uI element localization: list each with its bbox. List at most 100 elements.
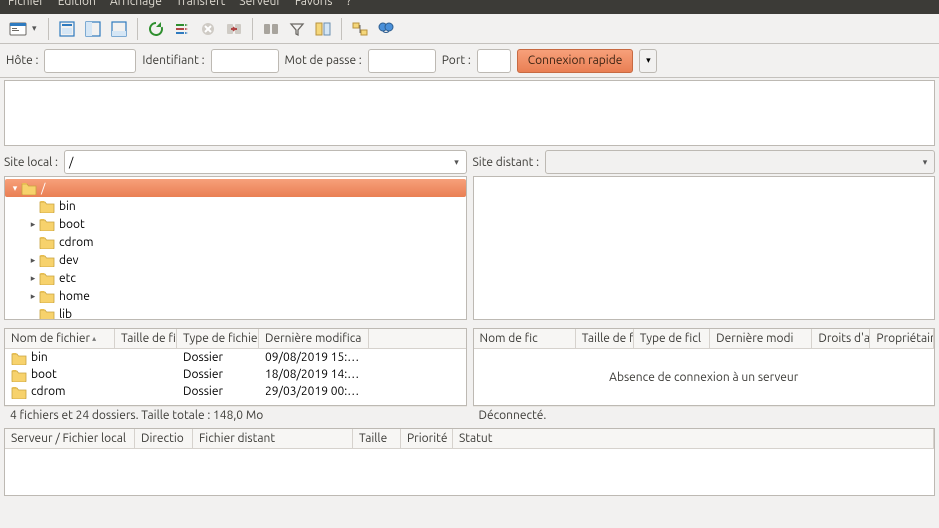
remote-tree[interactable] (473, 176, 936, 320)
disconnect-button[interactable] (222, 17, 246, 41)
menu-file[interactable]: Fichier (8, 0, 44, 8)
folder-icon (11, 385, 27, 399)
remote-file-list[interactable]: Nom de fic Taille de fi Type de ficl Der… (473, 328, 936, 406)
remote-path-combo[interactable]: ▾ (545, 150, 935, 174)
tree-item[interactable]: ▾/ (5, 179, 466, 197)
port-input[interactable] (477, 49, 511, 73)
remote-status: Déconnecté. (473, 406, 936, 424)
col-status[interactable]: Statut (453, 429, 934, 448)
list-item[interactable]: bootDossier18/08/2019 14:… (5, 366, 466, 383)
local-tree[interactable]: ▾/bin▸bootcdrom▸dev▸etc▸homelib (4, 176, 467, 320)
menubar: Fichier Édition Affichage Transfert Serv… (0, 0, 939, 14)
local-path-value: / (69, 156, 73, 169)
tree-item-label: etc (59, 272, 76, 285)
folder-icon (21, 181, 37, 195)
expander-icon[interactable]: ▸ (27, 255, 39, 266)
expander-icon[interactable]: ▸ (27, 219, 39, 230)
transfer-queue[interactable]: Serveur / Fichier local Directio Fichier… (4, 428, 935, 496)
col-name[interactable]: Nom de fichier▴ (5, 329, 115, 348)
host-label: Hôte : (6, 54, 38, 67)
tree-item[interactable]: cdrom (5, 233, 466, 251)
tree-item-label: cdrom (59, 236, 93, 249)
search-button[interactable] (374, 17, 398, 41)
list-item[interactable]: binDossier09/08/2019 15:… (5, 349, 466, 366)
local-path-combo[interactable]: / ▾ (64, 150, 467, 174)
chevron-down-icon: ▾ (450, 157, 464, 168)
compare-button[interactable] (311, 17, 335, 41)
tree-item-label: boot (59, 218, 85, 231)
tree-item[interactable]: lib (5, 305, 466, 320)
list-item[interactable]: cdromDossier29/03/2019 00:… (5, 383, 466, 400)
pass-label: Mot de passe : (285, 54, 362, 67)
message-log[interactable] (4, 80, 935, 146)
refresh-button[interactable] (144, 17, 168, 41)
local-status: 4 fichiers et 24 dossiers. Taille totale… (4, 406, 467, 424)
folder-icon (11, 368, 27, 382)
folder-icon (39, 235, 55, 249)
expander-icon[interactable]: ▸ (27, 273, 39, 284)
tree-item[interactable]: ▸ home (5, 287, 466, 305)
tree-item-label: / (41, 182, 45, 195)
chevron-down-icon: ▾ (918, 157, 932, 168)
col-name[interactable]: Nom de fic (474, 329, 576, 348)
sitemanager-dropdown[interactable]: ▾ (32, 23, 42, 34)
col-priority[interactable]: Priorité (401, 429, 453, 448)
col-server[interactable]: Serveur / Fichier local (5, 429, 135, 448)
menu-view[interactable]: Affichage (110, 0, 162, 8)
local-file-list[interactable]: Nom de fichier▴ Taille de fic Type de fi… (4, 328, 467, 406)
col-size[interactable]: Taille de fi (576, 329, 634, 348)
pass-input[interactable] (368, 49, 436, 73)
toolbar: ▾ (0, 14, 939, 44)
remote-empty-message: Absence de connexion à un serveur (474, 349, 935, 405)
port-label: Port : (442, 54, 471, 67)
menu-help[interactable]: ? (346, 0, 351, 8)
toggle-log-button[interactable] (55, 17, 79, 41)
tree-item-label: dev (59, 254, 79, 267)
quickconnect-bar: Hôte : Identifiant : Mot de passe : Port… (0, 44, 939, 78)
menu-edit[interactable]: Édition (58, 0, 96, 8)
user-input[interactable] (211, 49, 279, 73)
col-remote-file[interactable]: Fichier distant (193, 429, 353, 448)
col-qsize[interactable]: Taille (353, 429, 401, 448)
filter-button[interactable] (285, 17, 309, 41)
menu-bookmarks[interactable]: Favoris (295, 0, 333, 8)
folder-icon (39, 307, 55, 320)
expander-icon[interactable]: ▸ (27, 291, 39, 302)
tree-item[interactable]: bin (5, 197, 466, 215)
local-site-label: Site local : (4, 156, 58, 169)
reconnect-button[interactable] (259, 17, 283, 41)
menu-transfer[interactable]: Transfert (176, 0, 225, 8)
remote-site-label: Site distant : (473, 156, 540, 169)
col-owner[interactable]: Propriétair (870, 329, 934, 348)
tree-item[interactable]: ▸ etc (5, 269, 466, 287)
tree-item-label: bin (59, 200, 76, 213)
folder-icon (39, 217, 55, 231)
cancel-button[interactable] (196, 17, 220, 41)
folder-icon (39, 253, 55, 267)
host-input[interactable] (44, 49, 136, 73)
quickconnect-dropdown[interactable]: ▾ (639, 49, 657, 73)
col-type[interactable]: Type de fichier (177, 329, 259, 348)
col-size[interactable]: Taille de fic (115, 329, 177, 348)
col-modified[interactable]: Dernière modifica (259, 329, 369, 348)
sort-asc-icon: ▴ (92, 334, 96, 343)
tree-item[interactable]: ▸ dev (5, 251, 466, 269)
toggle-queue-button[interactable] (107, 17, 131, 41)
col-type[interactable]: Type de ficl (634, 329, 710, 348)
sync-browse-button[interactable] (348, 17, 372, 41)
process-queue-button[interactable] (170, 17, 194, 41)
col-permissions[interactable]: Droits d'ac (812, 329, 870, 348)
folder-icon (39, 289, 55, 303)
user-label: Identifiant : (142, 54, 204, 67)
col-direction[interactable]: Directio (135, 429, 193, 448)
tree-item-label: home (59, 290, 90, 303)
toggle-tree-button[interactable] (81, 17, 105, 41)
col-modified[interactable]: Dernière modi (710, 329, 812, 348)
tree-item[interactable]: ▸ boot (5, 215, 466, 233)
sitemanager-button[interactable] (6, 17, 30, 41)
tree-item-label: lib (59, 308, 72, 321)
folder-icon (39, 199, 55, 213)
menu-server[interactable]: Serveur (239, 0, 281, 8)
expander-icon[interactable]: ▾ (9, 183, 21, 194)
quickconnect-button[interactable]: Connexion rapide (517, 49, 634, 73)
